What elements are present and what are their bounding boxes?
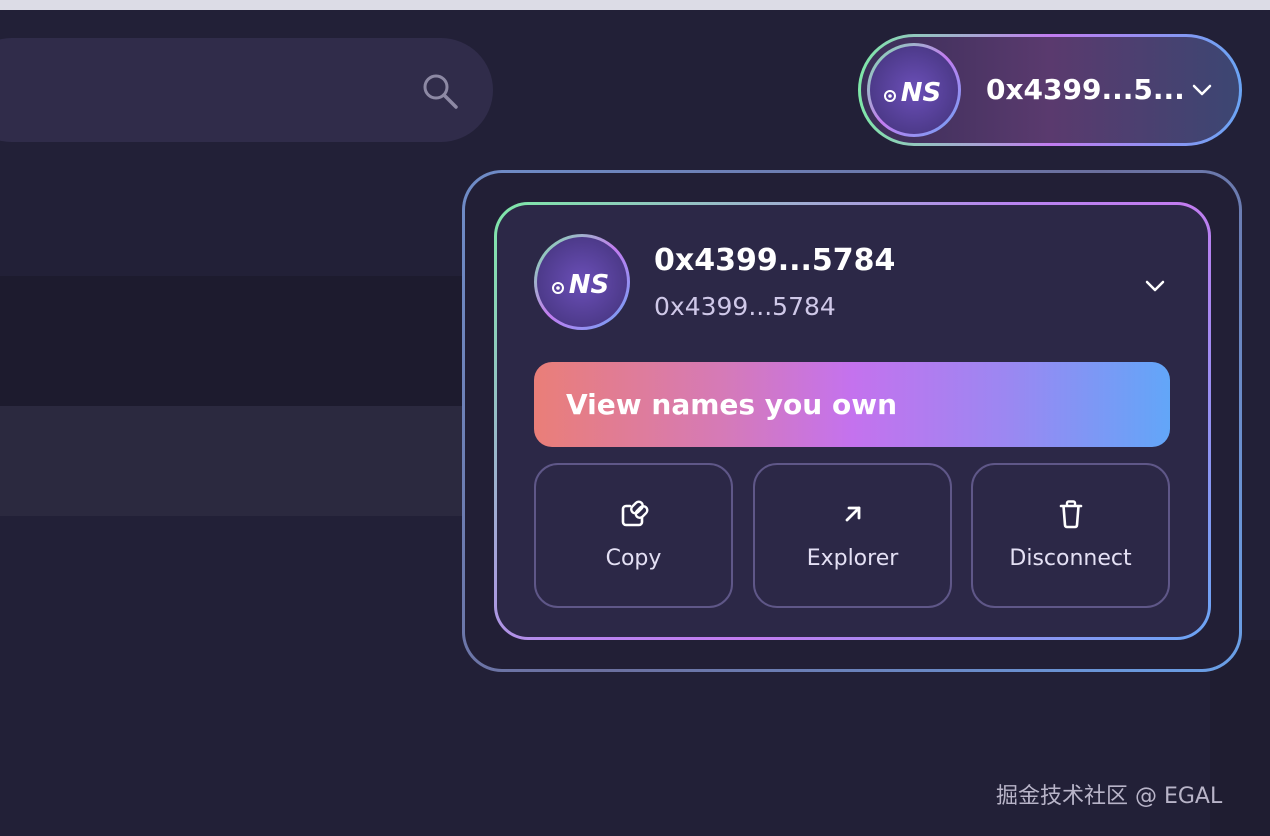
disconnect-label: Disconnect — [1009, 546, 1132, 571]
watermark: 掘金技术社区 @ EGAL — [996, 784, 1223, 809]
copy-label: Copy — [605, 546, 662, 571]
svg-text:NS: NS — [901, 78, 942, 108]
browser-top-edge — [0, 0, 1270, 10]
explorer-label: Explorer — [806, 546, 899, 571]
copy-link-icon — [621, 500, 648, 527]
account-dropdown: NS 0x4399...5784 0x4399...5784 View name… — [494, 202, 1211, 640]
wallet-account-button[interactable]: NS 0x4399...5... — [858, 34, 1242, 146]
account-primary-name: 0x4399...5784 — [654, 243, 896, 278]
background-row — [0, 406, 520, 516]
trash-icon — [1059, 500, 1082, 529]
account-address: 0x4399...5784 — [654, 292, 836, 321]
ns-logo-icon: NS — [552, 270, 610, 300]
svg-text:NS: NS — [569, 270, 610, 300]
view-names-button[interactable]: View names you own — [534, 362, 1170, 447]
chevron-down-icon — [1192, 84, 1212, 96]
view-names-label: View names you own — [566, 387, 897, 421]
account-avatar: NS — [534, 234, 630, 330]
ns-logo-icon: NS — [884, 78, 942, 108]
explorer-button[interactable]: Explorer — [753, 463, 952, 608]
copy-button[interactable]: Copy — [534, 463, 733, 608]
chevron-down-icon[interactable] — [1144, 278, 1166, 294]
arrow-up-right-icon — [845, 506, 860, 522]
avatar: NS — [867, 43, 961, 137]
wallet-address: 0x4399...5... — [986, 73, 1185, 106]
disconnect-button[interactable]: Disconnect — [971, 463, 1170, 608]
search-icon[interactable] — [420, 71, 460, 111]
background-panel — [0, 276, 520, 406]
